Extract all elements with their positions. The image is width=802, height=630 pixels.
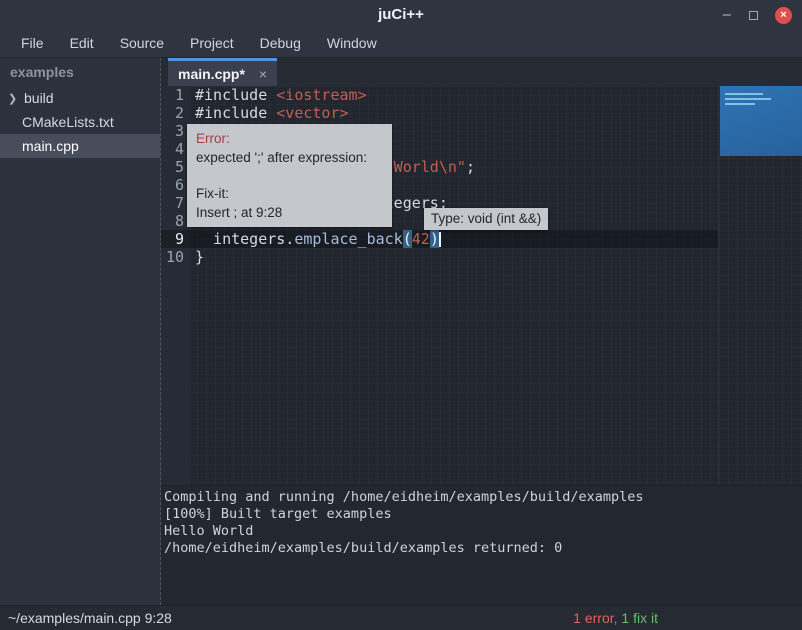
diagnostics-summary: 1 error, 1 fix it	[573, 610, 658, 626]
terminal-line: [100%] Built target examples	[164, 506, 802, 523]
matched-bracket: (	[403, 230, 412, 248]
editor-pane: main.cpp* × 1 #include <iostream> 2 #inc…	[161, 58, 802, 605]
fixit-count: 1 fix it	[621, 610, 658, 626]
overview-map[interactable]	[718, 86, 802, 485]
code-text: #include <iostream>	[191, 86, 367, 104]
tree-item-maincpp[interactable]: main.cpp	[0, 134, 160, 158]
close-button[interactable]: ×	[775, 7, 792, 24]
error-label: Error:	[196, 129, 383, 148]
tooltip-spacer	[196, 167, 383, 184]
code-text: }	[191, 248, 204, 266]
menu-item-source[interactable]: Source	[107, 30, 177, 57]
code-text: integers.emplace_back(42)	[191, 230, 441, 248]
tree-item-label: CMakeLists.txt	[22, 114, 114, 130]
menu-item-debug[interactable]: Debug	[247, 30, 314, 57]
line-number: 2	[161, 104, 191, 122]
menu-item-file[interactable]: File	[8, 30, 57, 57]
fixit-message: Insert ; at 9:28	[196, 203, 383, 222]
status-bar: ~/examples/main.cpp 9:28 1 error, 1 fix …	[0, 605, 802, 630]
chevron-right-icon[interactable]: ❯	[8, 92, 24, 105]
maximize-button[interactable]	[746, 8, 760, 22]
code-editor[interactable]: 1 #include <iostream> 2 #include <vector…	[161, 86, 802, 485]
tree-item-build[interactable]: ❯ build	[0, 86, 160, 110]
titlebar: juCi++ – ×	[0, 0, 802, 30]
tree-item-label: build	[24, 90, 54, 106]
matched-bracket: )	[430, 230, 439, 248]
tree-item-label: main.cpp	[22, 138, 79, 154]
menu-item-window[interactable]: Window	[314, 30, 390, 57]
code-line[interactable]: 1 #include <iostream>	[161, 86, 718, 104]
code-line[interactable]: 2 #include <vector>	[161, 104, 718, 122]
diagnostic-tooltip: Error: expected ';' after expression: Fi…	[187, 124, 392, 227]
terminal-line: Hello World	[164, 523, 802, 540]
line-number: 10	[161, 248, 191, 266]
line-number: 1	[161, 86, 191, 104]
file-tree-panel: examples ❯ build CMakeLists.txt main.cpp	[0, 58, 161, 605]
line-number: 9	[161, 230, 191, 248]
juci-window: juCi++ – × File Edit Source Project Debu…	[0, 0, 802, 630]
error-message: expected ';' after expression:	[196, 148, 383, 167]
menu-item-edit[interactable]: Edit	[57, 30, 107, 57]
fixit-label: Fix-it:	[196, 184, 383, 203]
minimap-code-line	[725, 93, 763, 95]
minimap-code-line	[725, 103, 755, 105]
output-terminal[interactable]: Compiling and running /home/eidheim/exam…	[161, 485, 802, 605]
code-text: #include <vector>	[191, 104, 349, 122]
type-tooltip: Type: void (int &&)	[424, 208, 548, 230]
tab-label: main.cpp*	[178, 66, 245, 82]
tree-item-cmakelists[interactable]: CMakeLists.txt	[0, 110, 160, 134]
text-cursor	[439, 232, 441, 247]
tab-main-cpp[interactable]: main.cpp* ×	[168, 58, 277, 86]
cursor-location: ~/examples/main.cpp 9:28	[8, 610, 172, 626]
window-controls: – ×	[723, 0, 792, 30]
error-count: 1 error,	[573, 610, 617, 626]
minimap-thumbnail	[720, 86, 802, 156]
menu-bar: File Edit Source Project Debug Window	[0, 30, 802, 58]
menu-item-project[interactable]: Project	[177, 30, 247, 57]
tab-bar: main.cpp* ×	[161, 58, 802, 86]
terminal-line: Compiling and running /home/eidheim/exam…	[164, 489, 802, 506]
code-line-current[interactable]: 9 integers.emplace_back(42)	[161, 230, 718, 248]
terminal-line: /home/eidheim/examples/build/examples re…	[164, 540, 802, 557]
minimap-code-line	[725, 98, 771, 100]
tab-close-icon[interactable]: ×	[259, 66, 267, 82]
minimize-button[interactable]: –	[723, 0, 731, 30]
project-name: examples	[0, 58, 160, 86]
code-line[interactable]: 10 }	[161, 248, 718, 266]
window-title: juCi++	[0, 0, 802, 30]
maximize-icon	[749, 11, 758, 20]
